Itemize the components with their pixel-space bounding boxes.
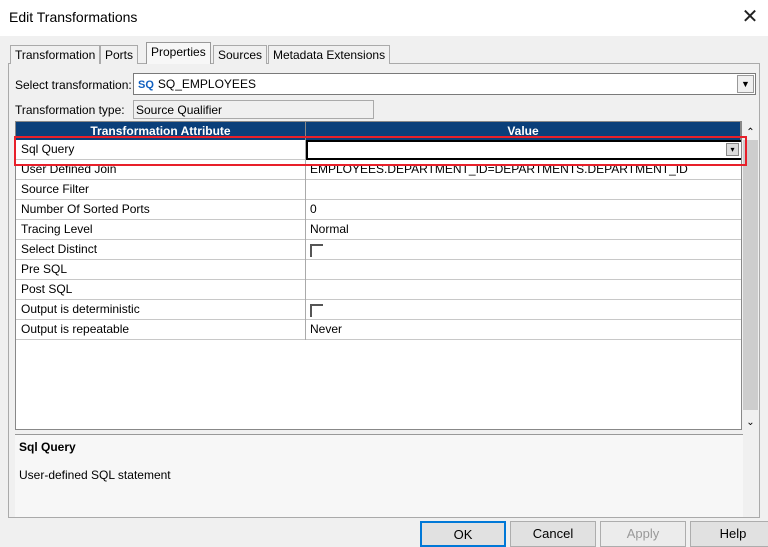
tab-transformation[interactable]: Transformation	[10, 45, 101, 64]
description-title: Sql Query	[19, 440, 76, 454]
table-row[interactable]: Post SQL	[16, 280, 741, 300]
value-cell[interactable]: Never	[306, 320, 741, 340]
attribute-cell: Output is repeatable	[16, 320, 306, 340]
value-cell[interactable]	[306, 280, 741, 300]
transformation-type-field: Source Qualifier	[133, 100, 374, 119]
attribute-cell: Tracing Level	[16, 220, 306, 240]
transformation-type-label: Transformation type:	[15, 103, 125, 117]
attribute-cell: Pre SQL	[16, 260, 306, 280]
attribute-cell: Number Of Sorted Ports	[16, 200, 306, 220]
apply-button[interactable]: Apply	[600, 521, 686, 547]
select-transformation-label: Select transformation:	[15, 78, 132, 92]
tab-metadata-extensions[interactable]: Metadata Extensions	[268, 45, 391, 64]
value-cell[interactable]	[306, 240, 741, 260]
value-cell[interactable]: 0	[306, 200, 741, 220]
table-row[interactable]: Number Of Sorted Ports 0	[16, 200, 741, 220]
close-icon[interactable]: ✕	[738, 4, 762, 29]
select-transformation-dropdown[interactable]: SQ SQ_EMPLOYEES ▼	[133, 73, 756, 95]
scrollbar-thumb[interactable]	[743, 140, 758, 410]
scroll-down-icon[interactable]: ⌄	[742, 417, 759, 428]
table-row[interactable]: Source Filter	[16, 180, 741, 200]
value-cell[interactable]	[306, 300, 741, 320]
ok-button[interactable]: OK	[420, 521, 506, 547]
description-text: User-defined SQL statement	[19, 468, 171, 482]
attribute-cell: Output is deterministic	[16, 300, 306, 320]
value-cell[interactable]	[306, 180, 741, 200]
table-row[interactable]: Pre SQL	[16, 260, 741, 280]
attribute-cell: Post SQL	[16, 280, 306, 300]
window-title: Edit Transformations	[9, 9, 138, 25]
description-panel: Sql Query User-defined SQL statement	[15, 434, 743, 517]
attribute-cell: Select Distinct	[16, 240, 306, 260]
tab-properties[interactable]: Properties	[146, 42, 211, 64]
table-row[interactable]: Tracing Level Normal	[16, 220, 741, 240]
table-row[interactable]: Select Distinct	[16, 240, 741, 260]
tab-sources[interactable]: Sources	[213, 45, 268, 64]
table-row[interactable]: Output is repeatable Never	[16, 320, 741, 340]
help-button[interactable]: Help	[690, 521, 768, 547]
attribute-cell: Source Filter	[16, 180, 306, 200]
source-qualifier-icon: SQ	[138, 79, 154, 91]
tab-ports[interactable]: Ports	[100, 45, 139, 64]
properties-grid: Transformation Attribute Value Sql Query…	[15, 121, 742, 430]
table-row[interactable]: Output is deterministic	[16, 300, 741, 320]
checkbox[interactable]	[310, 244, 323, 257]
cancel-button[interactable]: Cancel	[510, 521, 596, 547]
checkbox[interactable]	[310, 304, 323, 317]
highlight-box	[14, 136, 747, 166]
select-transformation-value: SQ_EMPLOYEES	[157, 77, 256, 91]
value-cell[interactable]: Normal	[306, 220, 741, 240]
chevron-down-icon[interactable]: ▼	[737, 75, 754, 93]
value-cell[interactable]	[306, 260, 741, 280]
